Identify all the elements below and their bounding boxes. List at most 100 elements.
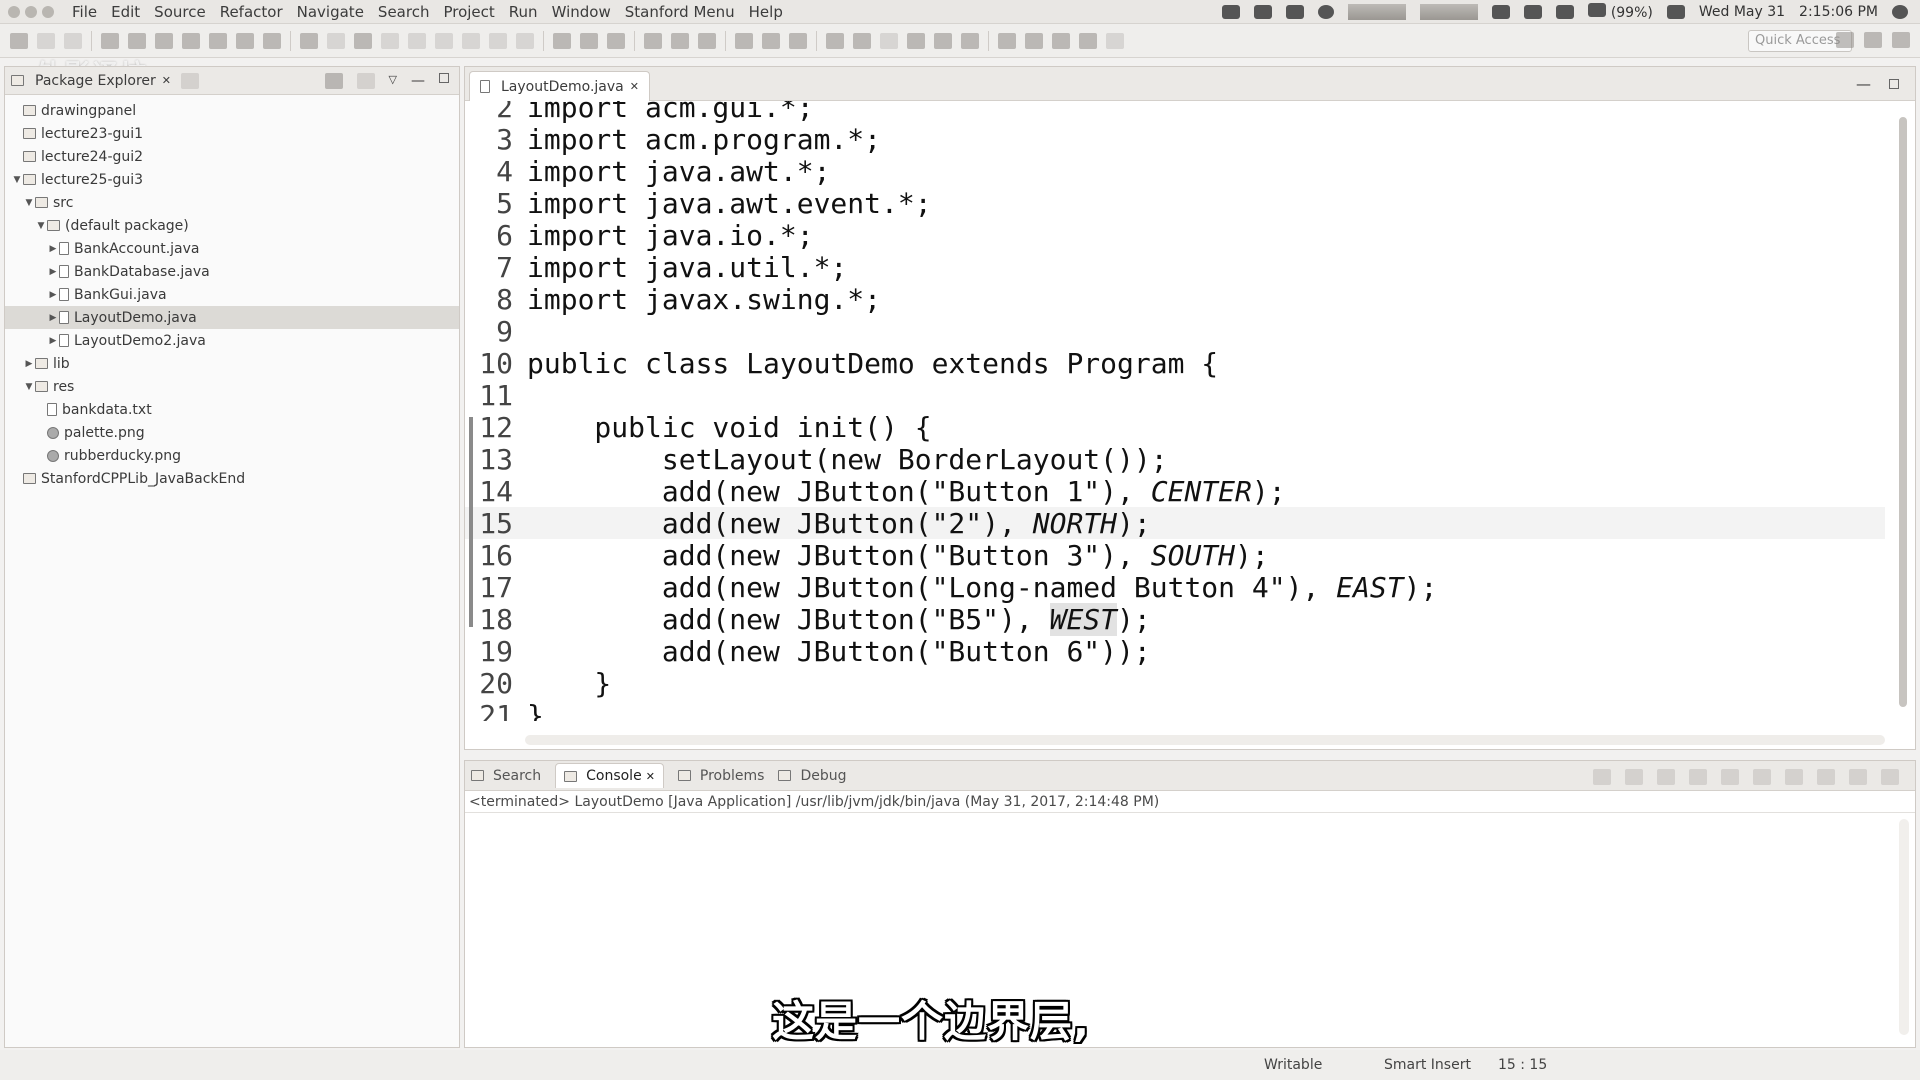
expanded-arrow-icon[interactable]: ▼	[11, 175, 23, 185]
show-whitespace-icon[interactable]	[934, 32, 952, 49]
close-window-button[interactable]	[8, 5, 20, 18]
minimize-icon[interactable]: —	[1856, 75, 1871, 93]
code-line[interactable]: 10 public class LayoutDemo extends Progra…	[465, 347, 1885, 380]
toggle-comment-icon[interactable]	[327, 32, 345, 49]
minimize-window-button[interactable]	[25, 5, 37, 18]
collapsed-arrow-icon[interactable]: ▶	[47, 267, 59, 277]
tab-package-explorer[interactable]: Package Explorer ✕	[11, 73, 171, 89]
code-line[interactable]: 11	[465, 379, 1885, 412]
editor-vertical-scrollbar[interactable]	[1897, 109, 1909, 729]
code-line[interactable]: 4 import java.awt.*;	[465, 155, 1885, 188]
tab-debug[interactable]: Debug	[778, 768, 846, 784]
new-java-project-icon[interactable]	[644, 32, 662, 49]
mark-occurrences-icon[interactable]	[853, 32, 871, 49]
word-wrap-icon[interactable]	[961, 32, 979, 49]
collapsed-arrow-icon[interactable]: ▶	[47, 290, 59, 300]
stanford-run2-icon[interactable]	[236, 32, 254, 49]
disconnect-icon[interactable]	[462, 32, 480, 49]
tree-item[interactable]: ▼ lecture25-gui3	[5, 168, 459, 191]
volume-icon[interactable]	[1666, 5, 1685, 19]
tree-item[interactable]: lecture24-gui2	[5, 145, 459, 168]
close-tab-icon[interactable]: ✕	[646, 770, 655, 783]
code-line[interactable]: 9	[465, 315, 1885, 348]
tab-search[interactable]: Search	[471, 768, 541, 784]
tree-item[interactable]: palette.png	[5, 421, 459, 444]
editor-horizontal-scrollbar[interactable]	[525, 735, 1885, 745]
new-package-icon[interactable]	[155, 32, 173, 49]
prev-edit-icon[interactable]	[1025, 32, 1043, 49]
view-menu-icon[interactable]: ▽	[389, 73, 397, 89]
tree-item[interactable]: ▼ res	[5, 375, 459, 398]
clock-time[interactable]: 2:15:06 PM	[1799, 4, 1878, 20]
new-icon[interactable]	[10, 32, 28, 49]
collapsed-arrow-icon[interactable]: ▶	[23, 359, 35, 369]
menu-project[interactable]: Project	[443, 3, 494, 21]
wifi-icon[interactable]	[1492, 5, 1511, 19]
annotation-icon[interactable]	[826, 32, 844, 49]
code-line[interactable]: 13 setLayout(new BorderLayout());	[465, 443, 1885, 476]
terminate-icon[interactable]	[1593, 769, 1611, 785]
insert-mode-status[interactable]: Smart Insert	[1384, 1057, 1471, 1073]
tree-item[interactable]: rubberducky.png	[5, 444, 459, 467]
step-into-icon[interactable]	[489, 32, 507, 49]
maximize-window-button[interactable]	[42, 5, 54, 18]
tree-item[interactable]: lecture23-gui1	[5, 122, 459, 145]
keyboard-layout-icon[interactable]	[1524, 5, 1543, 19]
minimize-icon[interactable]: —	[411, 73, 425, 89]
code-line[interactable]: 17 add(new JButton("Long-named Button 4"…	[465, 571, 1885, 604]
display-console-icon[interactable]	[1785, 769, 1803, 785]
code-line[interactable]: 8 import javax.swing.*;	[465, 283, 1885, 316]
camera-icon[interactable]	[1222, 5, 1241, 19]
menu-file[interactable]: File	[72, 3, 97, 21]
blocked-icon[interactable]	[1318, 5, 1335, 19]
menu-edit[interactable]: Edit	[111, 3, 140, 21]
tree-item[interactable]: ▶ BankAccount.java	[5, 237, 459, 260]
skip-breakpoints-icon[interactable]	[300, 32, 318, 49]
tree-item[interactable]: ▶ LayoutDemo2.java	[5, 329, 459, 352]
tree-item[interactable]: bankdata.txt	[5, 398, 459, 421]
code-line[interactable]: 5 import java.awt.event.*;	[465, 187, 1885, 220]
debug-perspective-icon[interactable]	[1892, 32, 1910, 48]
tree-item[interactable]: StanfordCPPLib_JavaBackEnd	[5, 467, 459, 490]
run-icon[interactable]	[580, 32, 598, 49]
dropbox-icon[interactable]	[1286, 5, 1305, 19]
code-line[interactable]: 16 add(new JButton("Button 3"), SOUTH);	[465, 539, 1885, 572]
java-perspective-icon[interactable]	[1864, 32, 1882, 48]
junit-tab-icon[interactable]	[181, 72, 199, 89]
stanford-submit-icon[interactable]	[263, 32, 281, 49]
new-project-icon[interactable]	[101, 32, 119, 49]
close-tab-icon[interactable]: ✕	[162, 74, 171, 87]
remove-all-icon[interactable]	[1657, 769, 1675, 785]
maximize-icon[interactable]	[439, 73, 449, 83]
scroll-thumb[interactable]	[1899, 117, 1907, 707]
code-line[interactable]: 12 public void init() {	[465, 411, 1885, 444]
pin-console-icon[interactable]	[1753, 769, 1771, 785]
search-icon[interactable]	[789, 32, 807, 49]
tree-item[interactable]: ▶ BankDatabase.java	[5, 260, 459, 283]
code-line[interactable]: 15 add(new JButton("2"), NORTH);	[465, 507, 1885, 540]
expanded-arrow-icon[interactable]: ▼	[35, 221, 47, 231]
word-wrap-icon[interactable]	[1721, 769, 1739, 785]
tree-item[interactable]: ▼ (default package)	[5, 214, 459, 237]
console-scrollbar[interactable]	[1899, 819, 1909, 1035]
tab-console[interactable]: Console ✕	[555, 763, 664, 788]
open-type-icon[interactable]	[735, 32, 753, 49]
new-java-package-icon[interactable]	[671, 32, 689, 49]
new-class-icon[interactable]	[128, 32, 146, 49]
menu-source[interactable]: Source	[154, 3, 206, 21]
battery-indicator[interactable]: (99%)	[1588, 3, 1653, 21]
code-line[interactable]: 2 import acm.gui.*;	[465, 101, 1885, 124]
tree-item[interactable]: ▼ src	[5, 191, 459, 214]
next-annotation-icon[interactable]	[880, 32, 898, 49]
menu-search[interactable]: Search	[378, 3, 430, 21]
open-task-icon[interactable]	[762, 32, 780, 49]
code-line[interactable]: 18 add(new JButton("B5"), WEST);	[465, 602, 1885, 636]
external-tools-icon[interactable]	[182, 32, 200, 49]
save-icon[interactable]	[37, 32, 55, 49]
next-edit-icon[interactable]	[998, 32, 1016, 49]
expanded-arrow-icon[interactable]: ▼	[23, 382, 35, 392]
print-icon[interactable]	[64, 32, 82, 49]
sync-icon[interactable]	[1254, 5, 1273, 19]
close-tab-icon[interactable]: ✕	[630, 80, 639, 93]
code-line[interactable]: 19 add(new JButton("Button 6"));	[465, 635, 1885, 668]
